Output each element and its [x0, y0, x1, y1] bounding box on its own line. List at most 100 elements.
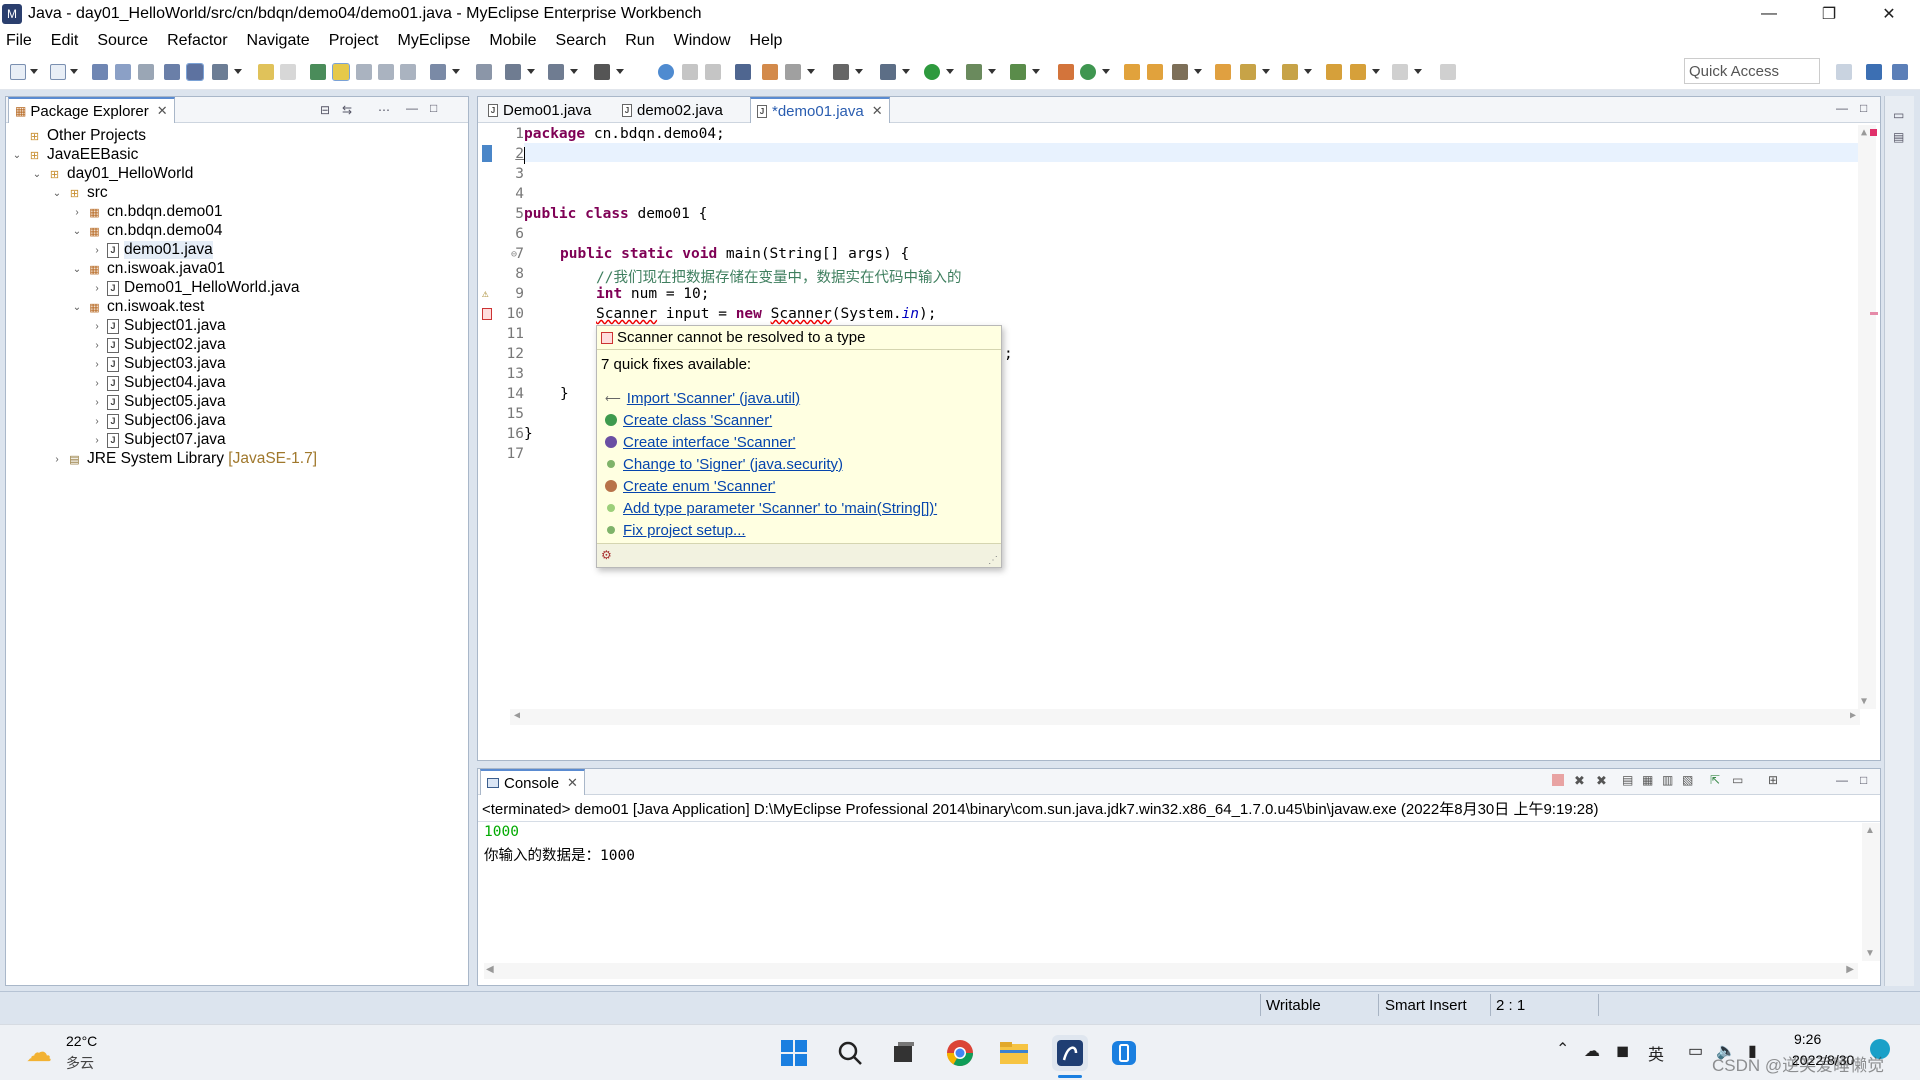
- chevron-right-icon[interactable]: ›: [90, 283, 104, 294]
- chevron-right-icon[interactable]: ›: [90, 435, 104, 446]
- menu-myeclipse[interactable]: MyEclipse: [397, 32, 470, 50]
- chevron-right-icon[interactable]: ›: [90, 359, 104, 370]
- scroll-left-icon[interactable]: ◀: [486, 964, 494, 975]
- error-overview-marker[interactable]: [1870, 129, 1877, 136]
- chevron-right-icon[interactable]: ›: [70, 207, 84, 218]
- fold-icon[interactable]: ⊖: [511, 249, 517, 260]
- quick-fix-link[interactable]: Change to 'Signer' (java.security): [623, 456, 843, 473]
- tab-demo01-java-active[interactable]: J *demo01.java ✕: [750, 97, 890, 123]
- open-perspective-icon[interactable]: [1836, 64, 1852, 80]
- quick-fix-link[interactable]: Add type parameter 'Scanner' to 'main(St…: [623, 500, 937, 517]
- chrome-icon[interactable]: [942, 1035, 978, 1071]
- menu-edit[interactable]: Edit: [51, 32, 79, 50]
- restore-icon[interactable]: ▭: [1893, 108, 1904, 122]
- weather-temperature[interactable]: 22°C: [66, 1033, 97, 1049]
- security-icon[interactable]: ◼: [1616, 1041, 1629, 1061]
- console-vertical-scrollbar[interactable]: ▲ ▼: [1862, 823, 1880, 961]
- debug-config-icon[interactable]: [505, 64, 521, 80]
- close-tab-icon[interactable]: ✕: [567, 775, 578, 791]
- minimize-button[interactable]: —: [1746, 0, 1792, 28]
- chevron-down-icon[interactable]: ⌄: [30, 169, 44, 180]
- search-icon[interactable]: [832, 1035, 868, 1071]
- scroll-lock-icon[interactable]: ▦: [1642, 773, 1653, 787]
- chevron-down-icon[interactable]: ⌄: [10, 150, 24, 161]
- new-class-icon[interactable]: [1080, 64, 1096, 80]
- view-menu-icon[interactable]: ⋯: [378, 103, 390, 117]
- mark-icon[interactable]: [356, 64, 372, 80]
- save-icon[interactable]: [92, 64, 108, 80]
- tab-console[interactable]: Console ✕: [480, 769, 585, 795]
- run-icon[interactable]: [924, 64, 940, 80]
- tools-icon[interactable]: [212, 64, 228, 80]
- publish-icon[interactable]: [594, 64, 610, 80]
- close-button[interactable]: ✕: [1866, 0, 1912, 28]
- weather-condition[interactable]: 多云: [66, 1053, 94, 1073]
- chevron-right-icon[interactable]: ›: [90, 340, 104, 351]
- remove-launch-icon[interactable]: ✖: [1574, 773, 1585, 789]
- scroll-down-icon[interactable]: ▼: [1861, 696, 1867, 707]
- deploy-icon[interactable]: [164, 64, 180, 80]
- tab-demo02-java[interactable]: Jdemo02.java: [616, 97, 729, 123]
- network-icon[interactable]: ▭: [1688, 1041, 1703, 1061]
- quick-fix-link[interactable]: Create class 'Scanner': [623, 412, 772, 429]
- scroll-down-icon[interactable]: ▼: [1865, 948, 1875, 959]
- java-perspective-icon[interactable]: [1866, 64, 1882, 80]
- windows-start-icon[interactable]: [776, 1035, 812, 1071]
- menu-refactor[interactable]: Refactor: [167, 32, 227, 50]
- link-editor-icon[interactable]: ⇆: [342, 103, 352, 117]
- phone-link-icon[interactable]: [1106, 1035, 1142, 1071]
- panel-minimize-icon[interactable]: —: [406, 101, 418, 115]
- chevron-right-icon[interactable]: ›: [90, 378, 104, 389]
- scroll-right-icon[interactable]: ▶: [1846, 964, 1854, 975]
- ime-indicator[interactable]: 英: [1648, 1041, 1664, 1065]
- open-folder-icon[interactable]: [1124, 64, 1140, 80]
- scroll-left-icon[interactable]: ◀: [514, 710, 520, 721]
- remove-all-icon[interactable]: ✖: [1596, 773, 1607, 789]
- tab-package-explorer[interactable]: ▦ Package Explorer ✕: [8, 97, 175, 123]
- outline-icon[interactable]: ▤: [1893, 130, 1904, 144]
- open-type-icon[interactable]: [430, 64, 446, 80]
- bug-icon[interactable]: [880, 64, 896, 80]
- close-tab-icon[interactable]: ✕: [157, 103, 168, 119]
- word-wrap-icon[interactable]: ▥: [1662, 773, 1673, 787]
- collapse-all-icon[interactable]: ⊟: [320, 103, 330, 117]
- coverage-icon[interactable]: [966, 64, 982, 80]
- pilcrow-icon[interactable]: [400, 64, 416, 80]
- scroll-up-icon[interactable]: ▲: [1865, 825, 1875, 836]
- onedrive-icon[interactable]: ☁: [1584, 1041, 1600, 1061]
- quick-fix-item[interactable]: Create enum 'Scanner': [605, 476, 775, 496]
- panel-minimize-icon[interactable]: —: [1836, 101, 1848, 115]
- external-tools-icon[interactable]: [1010, 64, 1026, 80]
- tree-item-jre[interactable]: › ▤ JRE System Library [JavaSE-1.7]: [50, 448, 317, 470]
- db-icon[interactable]: [476, 64, 492, 80]
- profile-icon[interactable]: [548, 64, 564, 80]
- panel-maximize-icon[interactable]: □: [1860, 773, 1867, 787]
- quick-access-input[interactable]: Quick Access: [1684, 58, 1820, 84]
- panel-minimize-icon[interactable]: —: [1836, 773, 1848, 787]
- tool-b-icon[interactable]: [705, 64, 721, 80]
- configure-problem-icon[interactable]: ⚙: [601, 548, 612, 562]
- pin-icon[interactable]: [1440, 64, 1456, 80]
- search-refs-icon[interactable]: [310, 64, 326, 80]
- new-icon[interactable]: [10, 64, 26, 80]
- quick-fix-item[interactable]: Change to 'Signer' (java.security): [605, 454, 843, 474]
- brush-icon[interactable]: [1172, 64, 1188, 80]
- chevron-right-icon[interactable]: ›: [90, 321, 104, 332]
- pin-console-icon[interactable]: ⇱: [1710, 773, 1720, 787]
- menu-mobile[interactable]: Mobile: [489, 32, 536, 50]
- server-icon[interactable]: [186, 63, 204, 81]
- show-output-icon[interactable]: ▧: [1682, 773, 1693, 787]
- quick-fix-link[interactable]: Create enum 'Scanner': [623, 478, 775, 495]
- quick-fix-item[interactable]: Fix project setup...: [605, 520, 746, 540]
- quick-fix-item[interactable]: Create interface 'Scanner': [605, 432, 796, 452]
- globe-icon[interactable]: [658, 64, 674, 80]
- quick-fix-item[interactable]: Create class 'Scanner': [605, 410, 772, 430]
- redo-icon[interactable]: [280, 64, 296, 80]
- new-package-icon[interactable]: [1058, 64, 1074, 80]
- quick-fix-item[interactable]: Add type parameter 'Scanner' to 'main(St…: [605, 498, 937, 518]
- new-wizard-icon[interactable]: [50, 64, 66, 80]
- undo-icon[interactable]: [258, 64, 274, 80]
- block-icon[interactable]: [378, 64, 394, 80]
- menu-window[interactable]: Window: [674, 32, 731, 50]
- menu-help[interactable]: Help: [750, 32, 783, 50]
